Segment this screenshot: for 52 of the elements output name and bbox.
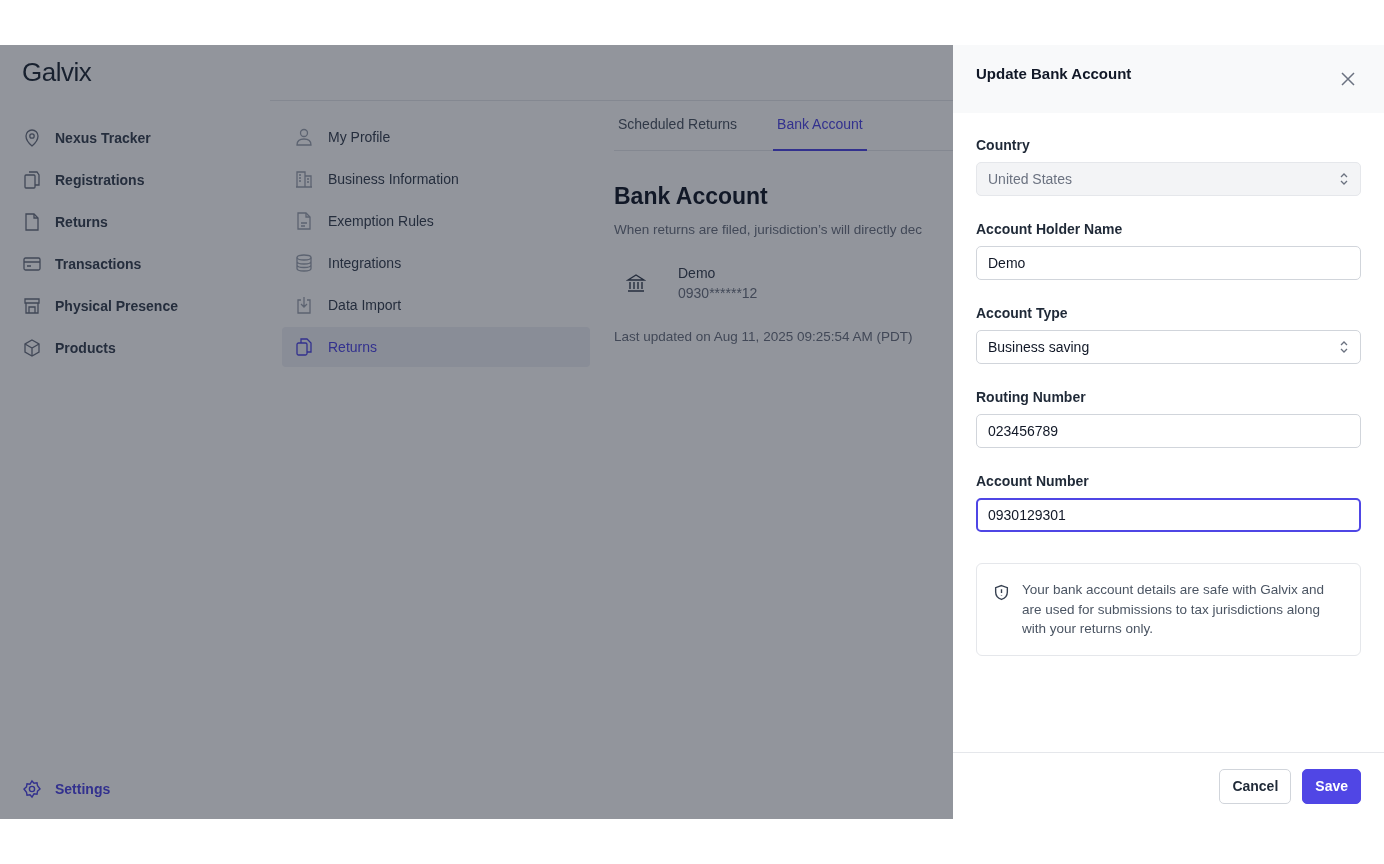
settings-menu-item[interactable]: My Profile <box>282 117 590 157</box>
notice-text: Your bank account details are safe with Galvix and are used for submissions to tax jurisdictions along with your returns only. <box>1022 581 1325 638</box>
settings-menu-item[interactable]: Exemption Rules <box>282 201 590 241</box>
account-number: 0930******12 <box>678 285 758 301</box>
tab[interactable]: Scheduled Returns <box>614 101 742 151</box>
input-field[interactable]: Demo <box>976 246 1361 280</box>
close-icon <box>1340 71 1356 87</box>
save-button[interactable]: Save <box>1302 768 1361 804</box>
input-field[interactable]: 023456789 <box>976 414 1361 448</box>
pin-icon <box>22 128 42 148</box>
field-label: Country <box>976 137 1030 153</box>
input-field[interactable]: 0930129301 <box>976 498 1361 532</box>
logo: Galvix <box>22 57 92 88</box>
settings-menu-item[interactable]: Business Information <box>282 159 590 199</box>
person-icon <box>294 127 314 147</box>
tab[interactable]: Bank Account <box>773 101 867 151</box>
settings-nav-item[interactable]: Settings <box>22 779 111 799</box>
description-text: When returns are filed, jurisdiction’s will directly dec <box>614 222 923 237</box>
select-field[interactable]: Business saving <box>976 330 1361 364</box>
drawer-title: Update Bank Account <box>976 65 1132 82</box>
nav-item[interactable]: Nexus Tracker <box>22 128 151 148</box>
nav-item[interactable]: Transactions <box>22 254 142 274</box>
copy-icon <box>294 337 314 357</box>
database-icon <box>294 253 314 273</box>
settings-menu-item[interactable]: Integrations <box>282 243 590 283</box>
shield-icon <box>993 584 1010 601</box>
settings-menu-item[interactable]: Returns <box>282 327 590 367</box>
last-updated-text: Last updated on Aug 11, 2025 09:25:54 AM (PDT) <box>614 329 913 344</box>
field-label: Account Number <box>976 473 1089 489</box>
page-title: Bank Account <box>614 183 769 210</box>
card-icon <box>22 254 42 274</box>
document-icon <box>22 212 42 232</box>
settings-icon <box>22 779 42 799</box>
bank-icon <box>626 273 646 293</box>
clipboard-icon <box>22 170 42 190</box>
nav-item[interactable]: Registrations <box>22 170 145 190</box>
document-icon <box>294 211 314 231</box>
field-label: Account Holder Name <box>976 221 1123 237</box>
building-icon <box>294 169 314 189</box>
account-name: Demo <box>678 265 717 281</box>
nav-item[interactable]: Physical Presence <box>22 296 178 316</box>
chevron-icon <box>1339 172 1349 186</box>
storefront-icon <box>22 296 42 316</box>
field-label: Account Type <box>976 305 1068 321</box>
cube-icon <box>22 338 42 358</box>
chevron-icon <box>1339 340 1349 354</box>
nav-item[interactable]: Returns <box>22 212 108 232</box>
nav-item[interactable]: Products <box>22 338 116 358</box>
download-icon <box>294 295 314 315</box>
field-label: Routing Number <box>976 389 1086 405</box>
settings-menu-item[interactable]: Data Import <box>282 285 590 325</box>
cancel-button[interactable]: Cancel <box>1219 768 1292 804</box>
